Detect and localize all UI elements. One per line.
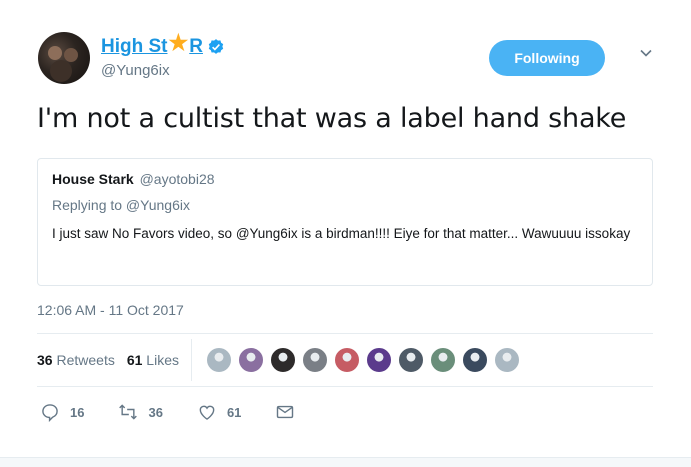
like-action[interactable]: 61 bbox=[197, 402, 241, 422]
reply-count: 16 bbox=[70, 404, 85, 420]
retweets-count: 36 bbox=[37, 352, 53, 368]
stats-separator bbox=[190, 339, 192, 381]
tweet-text: I'm not a cultist that was a label hand … bbox=[37, 103, 627, 134]
envelope-icon bbox=[277, 405, 294, 419]
tweet-actions: 16 36 61 bbox=[40, 402, 339, 422]
liker-avatar[interactable] bbox=[205, 347, 232, 373]
replying-to: Replying to @Yung6ix bbox=[52, 197, 190, 213]
author-avatar[interactable] bbox=[38, 32, 90, 84]
liker-avatar[interactable] bbox=[493, 347, 520, 373]
quoted-author-name: House Stark bbox=[52, 171, 134, 187]
chevron-down-icon[interactable] bbox=[639, 46, 653, 60]
star-icon: ★ bbox=[168, 30, 189, 55]
liker-avatar[interactable] bbox=[269, 347, 296, 373]
liker-avatar[interactable] bbox=[429, 347, 456, 373]
divider bbox=[37, 386, 653, 387]
tweet-timestamp[interactable]: 12:06 AM - 11 Oct 2017 bbox=[37, 302, 184, 318]
reply-action[interactable]: 16 bbox=[40, 402, 84, 422]
tweet-stats: 36 Retweets 61 Likes bbox=[37, 339, 526, 381]
quoted-author: House Stark @ayotobi28 bbox=[52, 171, 638, 187]
liker-avatar[interactable] bbox=[237, 347, 264, 373]
retweet-action[interactable]: 36 bbox=[118, 402, 163, 422]
liker-avatar[interactable] bbox=[365, 347, 392, 373]
liker-avatar[interactable] bbox=[301, 347, 328, 373]
reply-icon bbox=[42, 404, 58, 422]
retweet-icon bbox=[119, 404, 138, 420]
retweets-label: Retweets bbox=[56, 352, 115, 368]
retweets-stat[interactable]: 36 Retweets bbox=[37, 352, 115, 368]
following-button[interactable]: Following bbox=[489, 40, 605, 76]
quoted-tweet-text: I just saw No Favors video, so @Yung6ix … bbox=[52, 226, 631, 241]
liker-avatar[interactable] bbox=[461, 347, 488, 373]
liker-avatars bbox=[205, 347, 526, 373]
direct-message-action[interactable] bbox=[275, 402, 305, 422]
quoted-author-handle: @ayotobi28 bbox=[139, 171, 215, 187]
liker-avatar[interactable] bbox=[397, 347, 424, 373]
likes-stat[interactable]: 61 Likes bbox=[127, 352, 179, 368]
verified-badge-icon bbox=[208, 39, 224, 54]
heart-icon bbox=[199, 405, 215, 420]
author-display-name[interactable]: High St★R bbox=[101, 30, 203, 58]
footer-bar bbox=[0, 457, 691, 467]
like-count: 61 bbox=[226, 404, 242, 420]
tweet-header: High St★R @Yung6ix Following bbox=[38, 32, 653, 88]
author-handle[interactable]: @Yung6ix bbox=[101, 62, 170, 79]
quoted-tweet[interactable]: House Stark @ayotobi28 Replying to @Yung… bbox=[37, 158, 653, 286]
divider bbox=[37, 333, 653, 334]
likes-label: Likes bbox=[146, 352, 179, 368]
likes-count: 61 bbox=[126, 352, 143, 368]
liker-avatar[interactable] bbox=[333, 347, 360, 373]
retweet-count: 36 bbox=[148, 404, 163, 420]
author-name-row[interactable]: High St★R bbox=[101, 30, 225, 58]
